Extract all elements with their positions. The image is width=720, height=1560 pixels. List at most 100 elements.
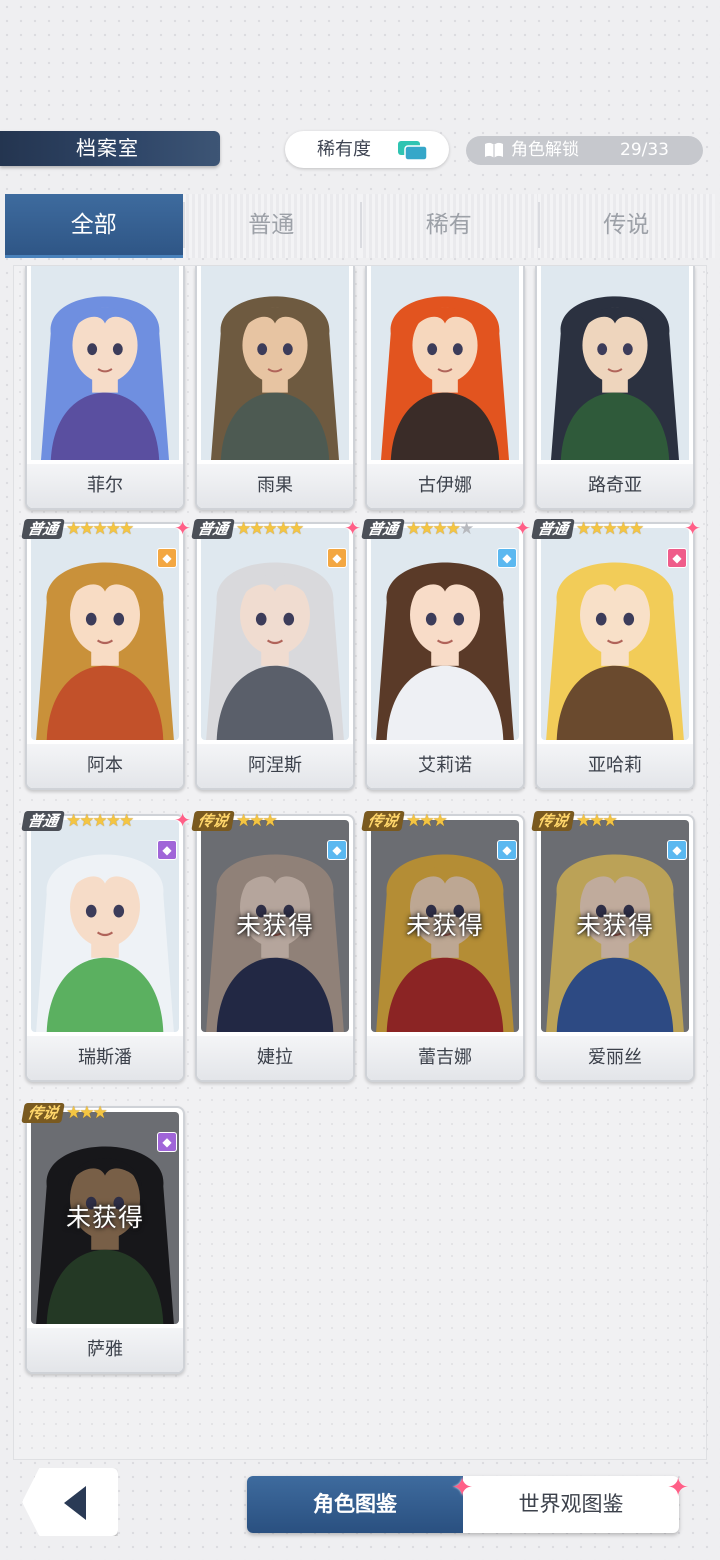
character-name: 婕拉 <box>197 1036 353 1080</box>
star-icon: ★ <box>406 811 421 831</box>
locked-label: 未获得 <box>405 911 484 940</box>
character-name: 爱丽丝 <box>537 1036 693 1080</box>
star-rating: ★★★ <box>66 1103 108 1123</box>
star-icon: ★ <box>419 519 434 539</box>
rank-label: 普通 <box>191 519 235 539</box>
rank-badge: 传说 ★★★ <box>21 1102 108 1124</box>
star-rating: ★★★ <box>406 811 448 831</box>
star-icon: ★ <box>576 519 591 539</box>
star-icon: ★ <box>66 519 81 539</box>
character-card[interactable]: 菲尔 <box>25 266 185 510</box>
character-card[interactable]: 普通 ★★★★★ ✦ ◆ 亚哈莉 <box>531 516 701 790</box>
star-rating: ★★★★★ <box>66 519 134 539</box>
character-name: 萨雅 <box>27 1328 183 1372</box>
element-purple-icon: ◆ <box>157 840 177 860</box>
bottom-tabs: 角色图鉴 ✦ 世界观图鉴 ✦ <box>247 1473 690 1533</box>
star-icon: ★ <box>406 519 421 539</box>
sparkle-icon: ✦ <box>684 516 701 540</box>
character-card[interactable]: 普通 ★★★★★ ✦ ◆ 艾莉诺 <box>361 516 531 790</box>
star-icon: ★ <box>105 811 121 831</box>
character-name: 路奇亚 <box>537 464 693 508</box>
tab-world-codex-label: 世界观图鉴 <box>518 1492 624 1516</box>
rank-label: 普通 <box>21 811 65 831</box>
tab-all[interactable]: 全部 <box>5 194 183 258</box>
character-name: 阿本 <box>27 744 183 788</box>
character-portrait <box>371 266 519 460</box>
star-rating: ★★★★★ <box>66 811 134 831</box>
rank-label: 传说 <box>191 811 235 831</box>
locked-label: 未获得 <box>65 1203 144 1232</box>
element-blue-icon: ◆ <box>497 548 517 568</box>
character-card[interactable]: 普通 ★★★★★ ✦ ◆ 阿本 <box>21 516 191 790</box>
rank-badge: 传说 ★★★ <box>191 810 278 832</box>
star-icon: ★ <box>432 811 448 831</box>
sparkle-icon: ✦ <box>174 516 191 540</box>
character-name: 阿涅斯 <box>197 744 353 788</box>
sort-cards-icon <box>398 141 428 161</box>
star-icon: ★ <box>275 519 291 539</box>
character-card[interactable]: 传说 ★★★ ◆ 未获得 爱丽丝 <box>531 811 695 1082</box>
character-card[interactable]: 传说 ★★★ ◆ 未获得 婕拉 <box>191 811 355 1082</box>
unlock-count: 29/33 <box>620 140 669 160</box>
back-button[interactable] <box>22 1468 118 1536</box>
character-name: 瑞斯潘 <box>27 1036 183 1080</box>
character-name: 亚哈莉 <box>537 744 693 788</box>
star-rating: ★★★★★ <box>236 519 304 539</box>
rank-badge: 普通 ★★★★★ <box>21 810 134 832</box>
character-card[interactable]: 雨果 <box>195 266 355 510</box>
tab-legend[interactable]: 传说 <box>537 194 715 258</box>
rank-badge: 普通 ★★★★★ <box>531 518 644 540</box>
rarity-tabs: 全部 普通 稀有 传说 <box>5 194 715 258</box>
star-rating: ★★★★★ <box>406 519 474 539</box>
star-icon: ★ <box>262 519 278 539</box>
tab-world-codex[interactable]: 世界观图鉴 ✦ <box>463 1473 690 1533</box>
star-icon: ★ <box>236 811 251 831</box>
star-icon: ★ <box>92 1103 108 1123</box>
character-card[interactable]: 传说 ★★★ ◆ 未获得 萨雅 <box>21 1103 185 1374</box>
character-card[interactable]: 普通 ★★★★★ ✦ ◆ 瑞斯潘 <box>21 808 191 1082</box>
character-card[interactable]: 普通 ★★★★★ ✦ ◆ 阿涅斯 <box>191 516 361 790</box>
element-pink-icon: ◆ <box>667 548 687 568</box>
star-icon: ★ <box>249 811 264 831</box>
tab-character-codex[interactable]: 角色图鉴 ✦ <box>247 1473 473 1533</box>
tab-character-codex-label: 角色图鉴 <box>313 1492 397 1516</box>
star-icon: ★ <box>92 519 108 539</box>
star-icon: ★ <box>602 519 618 539</box>
page-title: 档案室 <box>0 131 220 166</box>
star-icon: ★ <box>589 811 604 831</box>
rank-label: 传说 <box>361 811 405 831</box>
star-icon: ★ <box>629 519 644 539</box>
element-orange-icon: ◆ <box>327 548 347 568</box>
star-icon: ★ <box>66 1103 81 1123</box>
character-card[interactable]: 路奇亚 <box>535 266 695 510</box>
unlock-progress: 角色解锁 29/33 <box>466 136 703 165</box>
star-icon: ★ <box>615 519 631 539</box>
character-grid: 菲尔 雨果 古伊娜 路奇亚 普通 ★★★★★ ✦ ◆ 阿本 普通 ★★★★★ ✦… <box>13 265 707 1460</box>
tab-common[interactable]: 普通 <box>182 194 360 258</box>
rank-badge: 普通 ★★★★★ <box>21 518 134 540</box>
star-rating: ★★★ <box>576 811 618 831</box>
rarity-sort-button[interactable]: 稀有度 <box>285 131 449 168</box>
rank-label: 普通 <box>531 519 575 539</box>
sparkle-icon: ✦ <box>174 808 191 832</box>
rank-label: 普通 <box>361 519 405 539</box>
locked-label: 未获得 <box>575 911 654 940</box>
character-name: 蕾吉娜 <box>367 1036 523 1080</box>
star-icon: ★ <box>445 519 461 539</box>
character-name: 菲尔 <box>27 464 183 508</box>
character-name: 艾莉诺 <box>367 744 523 788</box>
character-card[interactable]: 传说 ★★★ ◆ 未获得 蕾吉娜 <box>361 811 525 1082</box>
character-card[interactable]: 古伊娜 <box>365 266 525 510</box>
star-icon: ★ <box>289 519 304 539</box>
star-icon: ★ <box>262 811 278 831</box>
character-portrait <box>201 266 349 460</box>
rank-badge: 传说 ★★★ <box>361 810 448 832</box>
rank-label: 传说 <box>21 1103 65 1123</box>
star-icon: ★ <box>119 519 134 539</box>
character-portrait <box>541 266 689 460</box>
rarity-sort-label: 稀有度 <box>317 139 371 160</box>
star-icon: ★ <box>602 811 618 831</box>
star-icon: ★ <box>79 811 94 831</box>
star-icon: ★ <box>92 811 108 831</box>
tab-rare[interactable]: 稀有 <box>360 194 538 258</box>
